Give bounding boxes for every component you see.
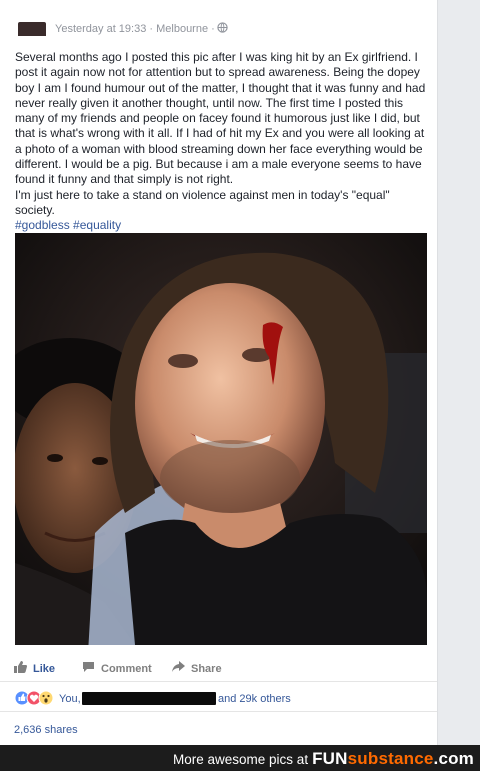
- comment-icon: [82, 661, 95, 676]
- watermark-footer: More awesome pics at FUNsubstance.com: [0, 745, 480, 771]
- share-arrow-icon: [172, 661, 185, 676]
- facebook-post-card: Yesterday at 19:33 · Melbourne · Several…: [0, 0, 438, 745]
- like-button[interactable]: Like: [14, 661, 55, 676]
- redaction-bar: [82, 692, 216, 705]
- photo-illustration: [15, 233, 427, 645]
- post-body: Several months ago I posted this pic aft…: [15, 50, 430, 234]
- globe-icon: [217, 22, 228, 36]
- share-button[interactable]: Share: [172, 661, 222, 676]
- post-photo[interactable]: [15, 233, 427, 645]
- post-paragraph: I'm just here to take a stand on violenc…: [15, 187, 390, 217]
- post-actions: Like Comment Share: [0, 655, 437, 682]
- share-label: Share: [191, 662, 222, 675]
- comment-label: Comment: [101, 662, 152, 675]
- reaction-icons: [14, 690, 54, 706]
- footer-text: More awesome pics at: [173, 752, 309, 767]
- hashtags[interactable]: #godbless #equality: [15, 218, 430, 233]
- like-label: Like: [33, 662, 56, 675]
- comment-button[interactable]: Comment: [82, 661, 152, 676]
- brand-logo[interactable]: FUNsubstance.com: [312, 749, 474, 769]
- reactions-others[interactable]: and 29k others: [218, 693, 291, 705]
- hashtag-links[interactable]: #godbless #equality: [15, 218, 121, 232]
- share-count[interactable]: 2,636 shares: [14, 724, 78, 736]
- brand-tld: .com: [433, 749, 474, 768]
- brand-sub: substance: [347, 749, 434, 768]
- timestamp-text[interactable]: Yesterday at 19:33 · Melbourne ·: [55, 23, 215, 35]
- avatar[interactable]: [18, 22, 46, 36]
- brand-fun: FUN: [312, 749, 348, 768]
- post-timestamp: Yesterday at 19:33 · Melbourne ·: [55, 22, 228, 36]
- post-paragraph: Several months ago I posted this pic aft…: [15, 50, 426, 187]
- reactions-bar[interactable]: You, and 29k others: [0, 687, 437, 712]
- reactions-you[interactable]: You,: [59, 693, 81, 705]
- wow-reaction-icon: [38, 690, 54, 706]
- thumbs-up-icon: [14, 661, 27, 676]
